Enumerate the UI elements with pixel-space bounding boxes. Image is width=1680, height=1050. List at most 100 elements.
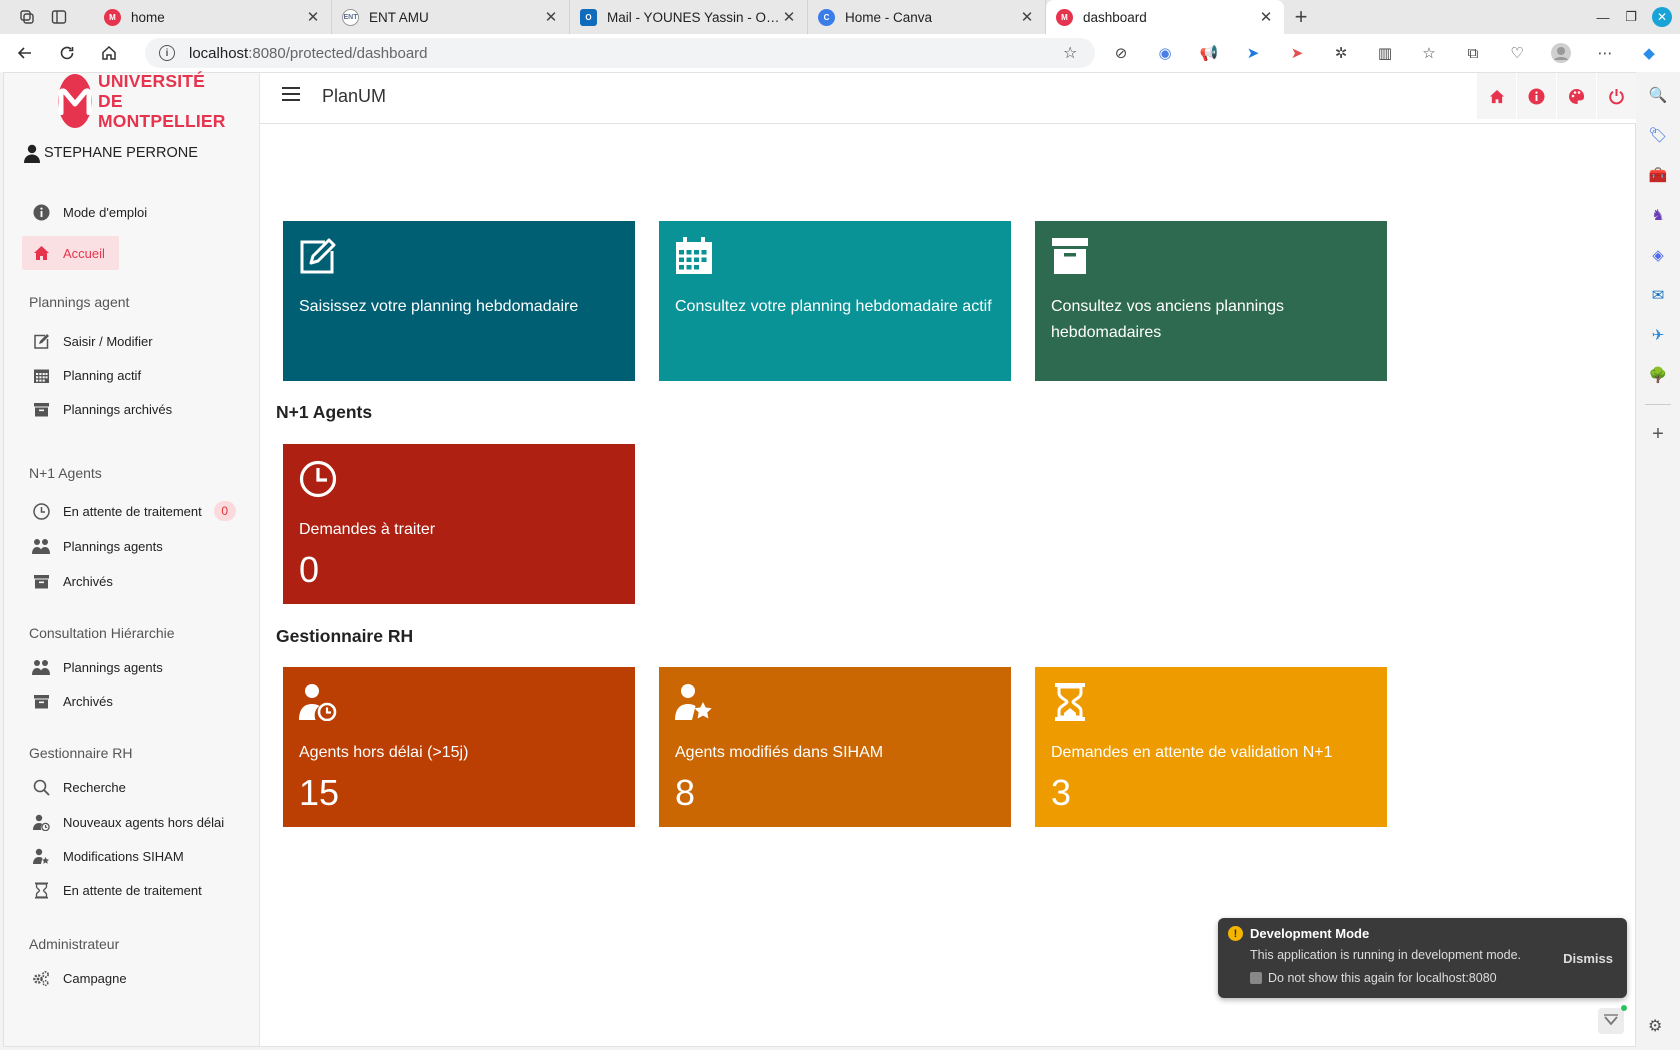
back-icon[interactable] (14, 42, 36, 64)
tab-home[interactable]: M home ✕ (94, 0, 332, 34)
card-anciens-plannings[interactable]: Consultez vos anciens plannings hebdomad… (1035, 221, 1387, 381)
close-tab-icon[interactable]: ✕ (305, 8, 321, 26)
sidebar-item-accueil[interactable]: Accueil (22, 236, 119, 270)
tree-icon[interactable]: 🌳 (1647, 364, 1669, 386)
games-icon[interactable]: ♞ (1647, 204, 1669, 226)
tools-icon[interactable]: 🧰 (1647, 164, 1669, 186)
shopping-tag-icon[interactable]: 🏷 (1647, 124, 1669, 146)
site-info-icon[interactable]: i (159, 45, 175, 61)
card-agents-modifies-siham[interactable]: Agents modifiés dans SIHAM 8 (659, 667, 1011, 827)
favorites-icon[interactable]: ☆ (1418, 42, 1440, 64)
info-circle-icon (32, 203, 50, 221)
send-icon[interactable]: ✈ (1647, 324, 1669, 346)
extension-blue-icon[interactable]: ◉ (1154, 42, 1176, 64)
section-consultation-hierarchie: Consultation Hiérarchie (29, 625, 175, 641)
copilot-icon[interactable]: ◆ (1638, 42, 1660, 64)
tab-outlook[interactable]: O Mail - YOUNES Yassin - Outlook ✕ (570, 0, 808, 34)
outlook-icon[interactable]: ✉ (1647, 284, 1669, 306)
card-label: Demandes en attente de validation N+1 (1051, 744, 1333, 761)
tab-dashboard[interactable]: M dashboard ✕ (1046, 0, 1284, 34)
sidebar-item-mode-emploi[interactable]: Mode d'emploi (22, 195, 240, 229)
dont-show-again-checkbox[interactable]: Do not show this again for localhost:808… (1250, 971, 1497, 985)
dashboard-main: Saisissez votre planning hebdomadaire Co… (260, 125, 1636, 1046)
users-icon (32, 537, 50, 555)
tab-canva[interactable]: C Home - Canva ✕ (808, 0, 1046, 34)
add-icon[interactable]: + (1647, 423, 1669, 445)
sidebar-item-label: Nouveaux agents hors délai (63, 814, 225, 830)
card-saisir-planning[interactable]: Saisissez votre planning hebdomadaire (283, 221, 635, 381)
card-demandes-a-traiter[interactable]: Demandes à traiter 0 (283, 444, 635, 604)
card-label: Consultez vos anciens plannings hebdomad… (1051, 298, 1285, 341)
search-icon (32, 778, 50, 796)
sidebar-item-recherche[interactable]: Recherche (22, 770, 240, 804)
tracking-icon[interactable]: ⊘ (1110, 42, 1132, 64)
extension-red-icon[interactable]: ➤ (1286, 42, 1308, 64)
section-plannings-agent: Plannings agent (29, 294, 130, 310)
sidebar-item-nouveaux-agents[interactable]: Nouveaux agents hors délai (22, 805, 240, 839)
sidebar-item-plannings-agents-ch[interactable]: Plannings agents (22, 650, 240, 684)
home-icon[interactable] (1476, 73, 1516, 119)
sidebar-item-modifications-siham[interactable]: Modifications SIHAM (22, 839, 240, 873)
sidebar-item-en-attente-rh[interactable]: En attente de traitement (22, 873, 240, 907)
dev-tools-button[interactable] (1598, 1005, 1627, 1034)
card-demandes-attente-validation[interactable]: Demandes en attente de validation N+1 3 (1035, 667, 1387, 827)
profile-avatar-icon[interactable] (1550, 42, 1572, 64)
sidebar-item-label: Planning actif (63, 367, 142, 383)
hourglass-icon (32, 881, 50, 899)
university-logo[interactable]: UNIVERSITÉ DE MONTPELLIER (58, 71, 225, 131)
section-title-gestionnaire-rh: Gestionnaire RH (276, 626, 414, 646)
sidebar-item-label: Saisir / Modifier (63, 333, 153, 349)
extension-megaphone-icon[interactable]: 📢 (1198, 42, 1220, 64)
microsoft365-icon[interactable]: ◈ (1647, 244, 1669, 266)
url-input[interactable]: i localhost:8080/protected/dashboard ☆ (145, 38, 1095, 68)
minimize-icon[interactable]: — (1596, 10, 1610, 25)
card-agents-hors-delai[interactable]: Agents hors délai (>15j) 15 (283, 667, 635, 827)
tab-ent-amu[interactable]: ENT ENT AMU ✕ (332, 0, 570, 34)
url-path: :8080/protected/dashboard (248, 44, 428, 62)
hamburger-menu-icon[interactable] (282, 87, 300, 103)
home-icon[interactable] (98, 42, 120, 64)
close-tab-icon[interactable]: ✕ (781, 8, 797, 26)
refresh-icon[interactable] (56, 42, 78, 64)
sidebar-settings-icon[interactable]: ⚙ (1648, 1016, 1662, 1036)
more-menu-icon[interactable]: ⋯ (1594, 42, 1616, 64)
sidebar-item-archives-n1[interactable]: Archivés (22, 564, 240, 598)
info-circle-icon[interactable] (1516, 73, 1556, 119)
users-icon (32, 658, 50, 676)
close-tab-icon[interactable]: ✕ (1019, 8, 1035, 26)
close-window-icon[interactable]: ✕ (1652, 7, 1672, 27)
extension-arrow-icon[interactable]: ➤ (1242, 42, 1264, 64)
workspaces-icon[interactable] (18, 8, 36, 26)
performance-icon[interactable]: ♡ (1506, 42, 1528, 64)
sidebar-item-plannings-archives[interactable]: Plannings archivés (22, 392, 240, 426)
sidebar-item-label: Plannings archivés (63, 401, 173, 417)
split-screen-icon[interactable]: ▥ (1374, 42, 1396, 64)
sidebar-item-label: En attente de traitement (63, 503, 202, 519)
sidebar-item-planning-actif[interactable]: Planning actif (22, 358, 240, 392)
close-tab-icon[interactable]: ✕ (543, 8, 559, 26)
sidebar-item-en-attente[interactable]: En attente de traitement 0 (22, 494, 240, 528)
extensions-icon[interactable]: ✲ (1330, 42, 1352, 64)
sidebar-item-archives-ch[interactable]: Archivés (22, 684, 240, 718)
power-icon[interactable] (1596, 73, 1636, 119)
search-icon[interactable]: 🔍 (1647, 84, 1669, 106)
close-tab-icon[interactable]: ✕ (1258, 8, 1274, 26)
palette-icon[interactable] (1556, 73, 1596, 119)
sidebar-item-label: Accueil (63, 245, 105, 261)
checkbox-box[interactable] (1250, 972, 1262, 984)
card-label: Demandes à traiter (299, 521, 436, 538)
sidebar-item-saisir[interactable]: Saisir / Modifier (22, 324, 240, 358)
collections-icon[interactable]: ⧉ (1462, 42, 1484, 64)
card-planning-actif[interactable]: Consultez votre planning hebdomadaire ac… (659, 221, 1011, 381)
vertical-tabs-icon[interactable] (50, 8, 68, 26)
sidebar-item-campagne[interactable]: Campagne (22, 961, 240, 995)
restore-icon[interactable]: ❐ (1624, 9, 1638, 25)
tab-title: dashboard (1083, 9, 1147, 25)
sidebar-item-plannings-agents-n1[interactable]: Plannings agents (22, 529, 240, 563)
favorite-star-icon[interactable]: ☆ (1063, 43, 1083, 63)
tab-title: home (131, 9, 165, 25)
user-clock-icon (299, 684, 337, 722)
dismiss-button[interactable]: Dismiss (1563, 951, 1613, 966)
new-tab-button[interactable]: + (1284, 4, 1318, 30)
sidebar-item-label: Plannings agents (63, 538, 163, 554)
